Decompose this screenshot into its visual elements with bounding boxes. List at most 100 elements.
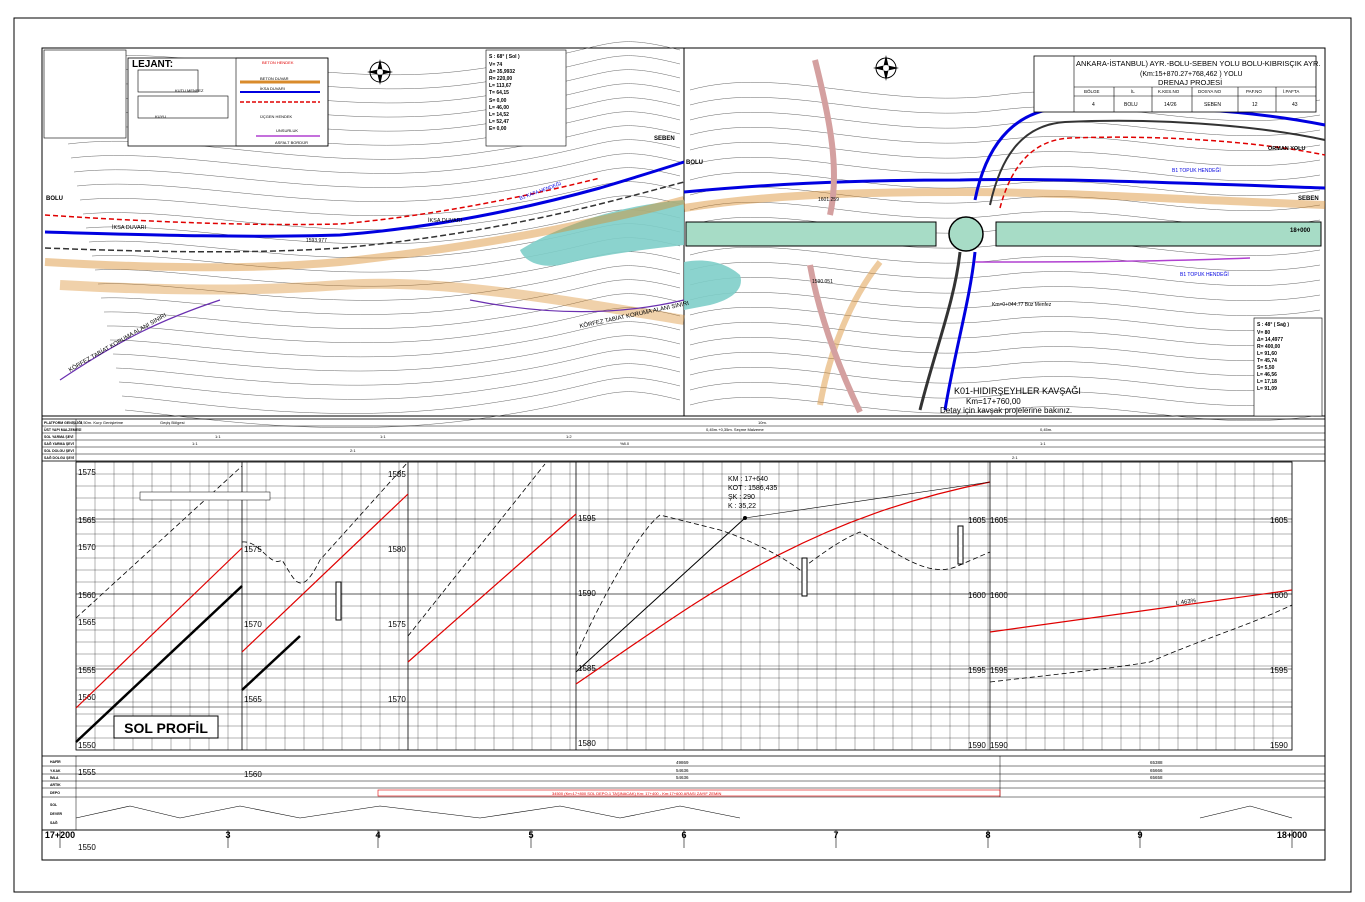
elev-1: 1601.259 [818,197,839,203]
platform-text-2: Geçiş Bölgesi [160,420,185,425]
elevation-tick-label: 1600 [968,591,986,600]
svg-text:SEBEN: SEBEN [1204,102,1221,108]
svg-text:L= 14,52: L= 14,52 [489,112,509,118]
label-seben-top: SEBEN [654,136,675,142]
svg-text:BOLU: BOLU [1124,102,1138,108]
platform-text-1: 0,50m. Kurp Genişletme [80,420,124,425]
svg-text:R= 400,00: R= 400,00 [1257,344,1280,350]
left-axis-label: 1550 [78,741,96,750]
svg-text:DOSYA NO: DOSYA NO [1198,89,1222,94]
svg-text:V= 80: V= 80 [1257,330,1270,336]
label-seben-right: SEBEN [1298,196,1319,202]
bottom-row-depo: DEPO [50,791,60,795]
svg-text:KM : 17+640: KM : 17+640 [728,476,768,483]
svg-text:L= 91,09: L= 91,09 [1257,386,1277,392]
svg-text:14/26: 14/26 [1164,102,1177,108]
right-axis-label: 1605 [1270,516,1288,525]
right-axis-label: 1590 [1270,741,1288,750]
svg-text:K : 35,22: K : 35,22 [728,503,756,510]
platform-text-4: 0,45m.+0,35m. Seçme Malzeme [706,427,764,432]
svg-text:Δ= 14,4977: Δ= 14,4977 [1257,337,1283,343]
elevation-tick-label: 1605 [968,516,986,525]
platform-left [685,221,937,247]
svg-text:T= 45,74: T= 45,74 [1257,358,1277,364]
svg-text:K.KES.NO: K.KES.NO [1158,89,1180,94]
platform-text-5: 0,45m. [1040,427,1052,432]
elevation-tick-label: 1575 [78,468,96,477]
elev-3: 1593.977 [306,238,327,244]
elevation-tick-label: 1570 [78,543,96,552]
legend-item-6: ÜÇGEN HENDEK [260,114,293,119]
profile-label: SOL PROFİL [124,720,208,736]
svg-text:R= 220,00: R= 220,00 [489,76,512,82]
right-axis-label-inner: 1595 [990,666,1008,675]
row-label-sag-yarma: SAĞ YARMA ŞEVİ [44,441,74,446]
row-label-ust-yapi: ÜST YAPI MALZEMESİ [44,428,81,432]
svg-text:12: 12 [1252,102,1258,108]
station-end: 18+000 [1290,228,1311,234]
left-axis-label: 1560 [78,591,96,600]
bottom-row-artik: ARTIK [50,783,61,787]
svg-text:4: 4 [1092,102,1095,108]
right-axis-label-inner: 1605 [990,516,1008,525]
svg-text:S : 68° ( Sol ): S : 68° ( Sol ) [489,54,520,60]
slope-label-2: 2:1 [350,448,356,453]
legend-item-7: ASFALT BORDÜR [275,140,308,145]
svg-text:L= 17,18: L= 17,18 [1257,379,1277,385]
title-line-3: DRENAJ PROJESİ [1158,78,1222,87]
elevation-tick-label: 1575 [388,620,406,629]
elevation-tick-label: 1570 [388,695,406,704]
legend-item-8: UNSURLUK [276,128,298,133]
elevation-tick-label: 1565 [244,695,262,704]
right-axis-label: 1595 [1270,666,1288,675]
svg-text:43: 43 [1292,102,1298,108]
svg-text:T= 64,15: T= 64,15 [489,90,509,96]
elev-2: 1590.051 [812,279,833,285]
bottom-row-dever: DEVER [50,812,63,816]
label-iksa-1: İKSA DUVARI [112,224,147,231]
curve-box-top-left [43,49,127,139]
svg-text:L= 52,47: L= 52,47 [489,119,509,125]
elevation-tick-label: 1585 [388,470,406,479]
legend-item-4: İKSA DUVARI [260,86,285,91]
junction-km: Km=17+760,00 [966,397,1021,406]
slope-label-1: 1:1 [215,434,221,439]
slope-label-8: 1:1 [1040,441,1046,446]
row-label-platform: PLATFORM GENİŞLİĞİ [44,420,82,425]
svg-text:L= 46,56: L= 46,56 [1257,372,1277,378]
svg-text:Δ= 35,9932: Δ= 35,9932 [489,69,515,75]
hafir-value-1: 49869 [676,760,689,765]
svg-text:İ.PAFTA: İ.PAFTA [1283,88,1299,94]
legend-item-1: BETON HENDEK [262,60,294,65]
svg-text:KOT : 1586,435: KOT : 1586,435 [728,485,777,492]
bottom-row-sol: SOL [50,803,58,807]
label-iksa-2: İKSA DUVARI [428,217,463,224]
svg-text:ŞK : 290: ŞK : 290 [728,494,755,501]
svg-text:BÖLGE: BÖLGE [1084,88,1100,94]
label-topuk-2: B1 TOPUK HENDEĞİ [1180,271,1229,278]
imla-value-1: 54636 [676,775,689,780]
svg-text:İL: İL [1131,88,1135,94]
annotation-point [743,516,747,520]
title-line-2: (Km:15+870.27+768,462 ) YOLU [1140,71,1243,78]
label-topuk-1: B1 TOPUK HENDEĞİ [1172,167,1221,174]
bottom-row-sag: SAĞ [50,820,58,825]
bottom-row-ykak: Y.KAK [50,769,61,773]
svg-text:PAF.NO: PAF.NO [1246,89,1262,94]
km-menfez: Km=0+044.77 Büz Menfez [992,302,1052,308]
platform-text-3: 10m. [758,420,767,425]
depo-note: 34500 (Km:17+800 SOL DEPO-1 TAŞINACAK) K… [552,791,721,796]
elevation-tick-label: 1550 [78,843,96,852]
bottom-row-hafir: HAFİR [50,760,61,764]
legend-item-5: KUYU [155,114,166,119]
label-orman-yolu: ORMAN YOLU [1268,146,1306,152]
right-axis-label-inner: 1590 [990,741,1008,750]
elevation-tick-label: 1590 [968,741,986,750]
drawing-sheet: LEJANT: BETON HENDEK KUTU MENFEZ BETON D… [0,0,1365,902]
platform-right [995,221,1322,247]
elevation-tick-label: 1595 [968,666,986,675]
svg-text:V= 74: V= 74 [489,62,502,68]
row-label-sol-yarma: SOL YARMA ŞEVİ [44,435,73,439]
elevation-tick-label: 1595 [578,514,596,523]
legend-item-3: BETON DUVAR [260,76,289,81]
